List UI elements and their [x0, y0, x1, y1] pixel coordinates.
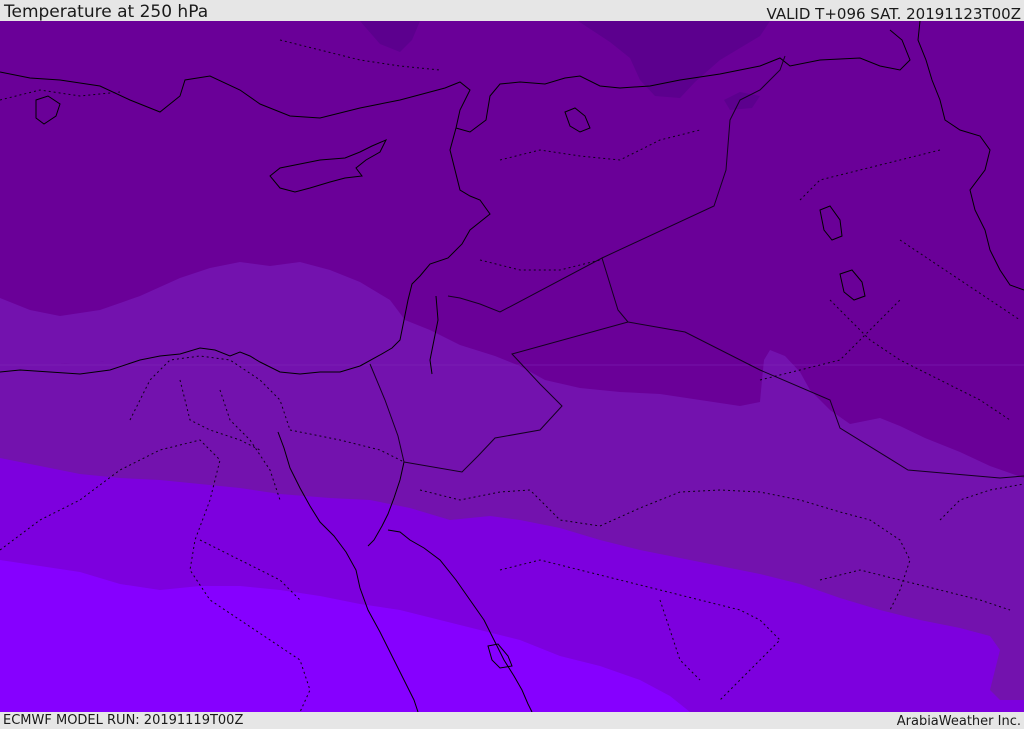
model-run-label: ECMWF MODEL RUN: 20191119T00Z: [3, 713, 244, 728]
map-title: Temperature at 250 hPa: [4, 2, 209, 22]
credit-label: ArabiaWeather Inc.: [896, 714, 1021, 729]
footer-bar: ECMWF MODEL RUN: 20191119T00Z ArabiaWeat…: [0, 712, 1024, 729]
header-bar: Temperature at 250 hPa VALID T+096 SAT. …: [0, 0, 1024, 23]
temperature-map[interactable]: [0, 21, 1024, 712]
map-canvas: [0, 21, 1024, 712]
